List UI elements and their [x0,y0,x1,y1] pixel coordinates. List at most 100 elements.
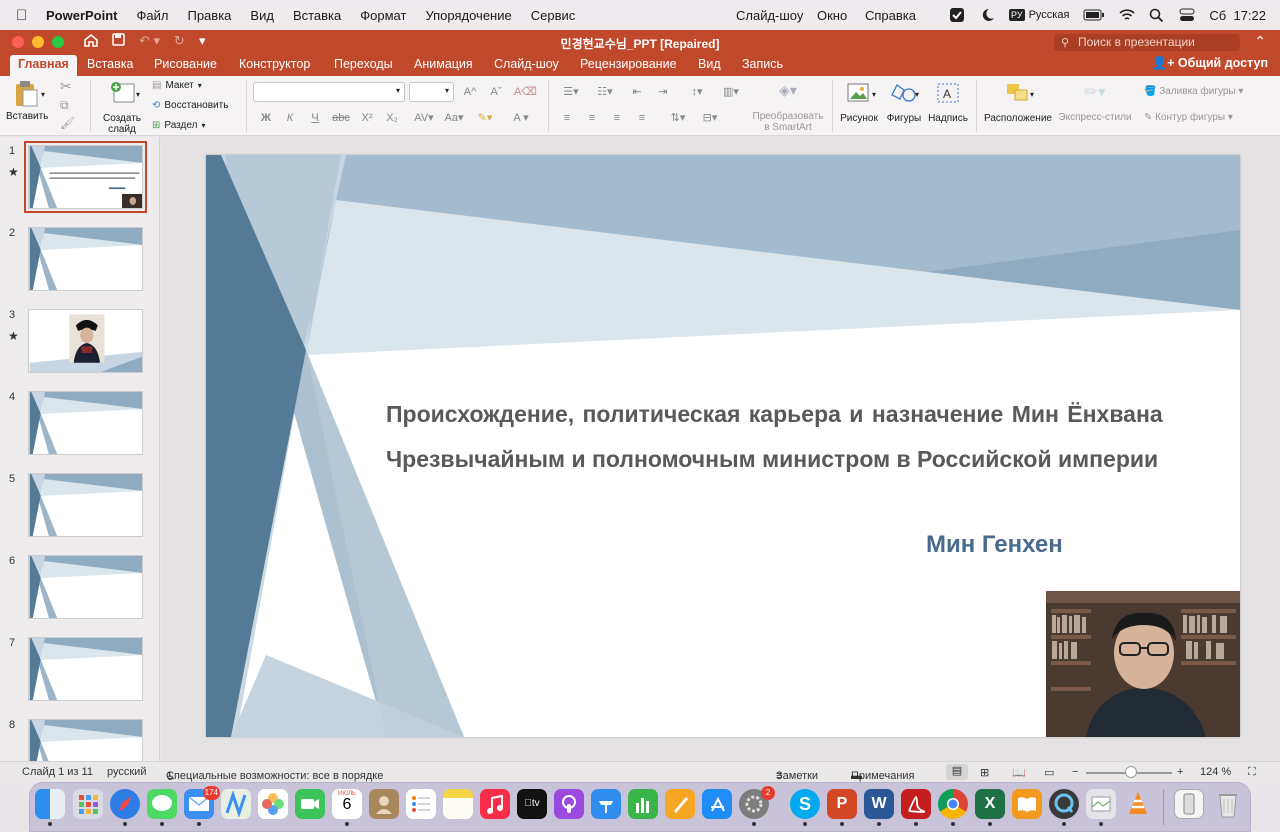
share-button[interactable]: 👤+ Общий доступ [1152,56,1268,71]
menubar-clock[interactable]: Сб 17:22 [1209,8,1266,23]
app-store-icon[interactable] [702,789,732,819]
bold-button[interactable]: Ж [256,109,276,127]
contacts-icon[interactable] [369,789,399,819]
skype-icon[interactable]: S [790,789,820,826]
change-case-icon[interactable]: Aa▾ [442,109,466,127]
maps-icon[interactable] [221,789,251,819]
chrome-icon[interactable] [938,789,968,826]
finder-icon[interactable] [35,789,65,826]
textbox-button[interactable]: A Надпись [926,82,970,124]
outdent-icon[interactable]: ⇤ [627,83,647,101]
reminders-icon[interactable] [406,789,436,819]
clear-format-icon[interactable]: A⌫ [514,83,537,101]
superscript-button[interactable]: X² [357,109,377,127]
font-size-select[interactable]: ▾ [409,82,454,102]
books-icon[interactable] [1012,789,1042,819]
underline-button[interactable]: Ч [305,109,325,127]
slide-thumbnail[interactable] [28,637,143,701]
slide-thumbnail[interactable] [24,141,147,213]
moon-icon[interactable] [979,8,995,22]
control-center-icon[interactable] [1179,8,1195,22]
menu-window[interactable]: Окно [817,8,847,23]
line-spacing-icon[interactable]: ↕▾ [682,83,712,101]
shape-outline-button[interactable]: ✎ Контур фигуры ▾ [1144,112,1233,123]
keynote-icon[interactable] [591,789,621,819]
chevron-down-icon[interactable]: ▾ [915,90,919,99]
menu-file[interactable]: Файл [137,8,169,23]
section-button[interactable]: ⊞ Раздел ▾ [152,120,205,131]
slide-canvas-area[interactable]: Происхождение, политическая карьера и на… [161,137,1280,761]
photos-icon[interactable] [258,789,288,819]
launchpad-icon[interactable] [73,789,103,819]
tab-draw[interactable]: Рисование [154,57,217,71]
align-left-icon[interactable]: ≡ [557,109,577,127]
downloads-folder-icon[interactable] [1174,789,1204,819]
menu-insert[interactable]: Вставка [293,8,341,23]
align-center-icon[interactable]: ≡ [582,109,602,127]
acrobat-icon[interactable] [901,789,931,826]
slide-thumbnail-row[interactable]: 8 [0,711,159,761]
arrange-button[interactable]: Расположение [982,82,1054,124]
preview-icon[interactable] [1086,789,1116,826]
columns-icon[interactable]: ▥▾ [716,83,746,101]
slide-thumbnail-row[interactable]: 1 ★ [0,137,159,213]
text-direction-icon[interactable]: ⇅▾ [664,109,692,127]
zoom-in-icon[interactable]: + [1177,766,1183,778]
zoom-slider-thumb[interactable] [1125,766,1137,778]
slide-thumbnail-row[interactable]: 5 [0,465,159,537]
font-color-icon[interactable]: A ▾ [505,109,537,127]
menu-app-name[interactable]: PowerPoint [46,8,118,23]
increase-font-icon[interactable]: A^ [460,83,480,101]
slideshow-view-icon[interactable]: ▭ [1044,766,1054,779]
tab-insert[interactable]: Вставка [87,57,133,71]
menu-view[interactable]: Вид [250,8,274,23]
new-slide-button[interactable]: Создать слайд [100,80,144,135]
subscript-button[interactable]: X₂ [382,109,402,127]
normal-view-icon[interactable]: ▤ [946,764,968,780]
music-icon[interactable] [480,789,510,819]
slide-thumbnail[interactable] [28,227,143,291]
excel-icon[interactable]: X [975,789,1005,826]
notes-app-icon[interactable] [443,789,473,819]
tab-transitions[interactable]: Переходы [334,57,393,71]
tab-slideshow[interactable]: Слайд-шоу [494,57,559,71]
apple-tv-icon[interactable]: tv [517,789,547,819]
slide-author[interactable]: Мин Генхен [926,531,1063,559]
calendar-icon[interactable]: ИЮЛЬ 6 [332,789,362,826]
tab-home[interactable]: Главная [10,55,77,76]
tab-design[interactable]: Конструктор [239,57,310,71]
mail-icon[interactable]: 174 [184,786,220,826]
powerpoint-icon[interactable]: P [827,789,857,826]
menu-tools[interactable]: Сервис [531,8,576,23]
justify-icon[interactable]: ≡ [632,109,652,127]
tab-animations[interactable]: Анимация [414,57,473,71]
shape-fill-button[interactable]: 🪣 Заливка фигуры ▾ [1144,86,1243,97]
slide-thumbnail-row[interactable]: 4 [0,383,159,455]
menu-format[interactable]: Формат [360,8,406,23]
current-slide[interactable]: Происхождение, политическая карьера и на… [206,155,1240,737]
checkmark-app-icon[interactable] [949,8,965,22]
apple-icon[interactable]:  [16,7,32,24]
highlight-icon[interactable]: ✎▾ [472,109,498,127]
copy-icon[interactable]: ⧉ [60,98,69,113]
tab-view[interactable]: Вид [698,57,721,71]
tab-review[interactable]: Рецензирование [580,57,677,71]
menu-slideshow[interactable]: Слайд-шоу [736,8,803,23]
reset-button[interactable]: ⟲ Восстановить [152,100,228,111]
input-source[interactable]: РУ Русская [1009,9,1069,21]
slide-thumbnail-row[interactable]: 3 ★ [0,301,159,373]
tab-record[interactable]: Запись [742,57,783,71]
expand-icon[interactable]: ⌃ [1254,33,1266,50]
align-text-icon[interactable]: ⊟▾ [696,109,724,127]
strikethrough-button[interactable]: abc [331,109,351,127]
numbering-icon[interactable]: ☷▾ [590,83,620,101]
word-icon[interactable]: W [864,789,894,826]
bullets-icon[interactable]: ☰▾ [556,83,586,101]
menu-arrange[interactable]: Упорядочение [425,8,511,23]
slide-thumbnails-panel[interactable]: 1 ★ 2 3 ★ 4 5 6 7 8 [0,137,160,761]
slide-thumbnail[interactable] [28,473,143,537]
paste-button[interactable]: Вставить [6,80,48,122]
character-spacing-icon[interactable]: AV▾ [410,109,438,127]
paste-dropdown-icon[interactable]: ▾ [41,90,45,99]
system-settings-icon[interactable]: 2 [739,786,775,826]
